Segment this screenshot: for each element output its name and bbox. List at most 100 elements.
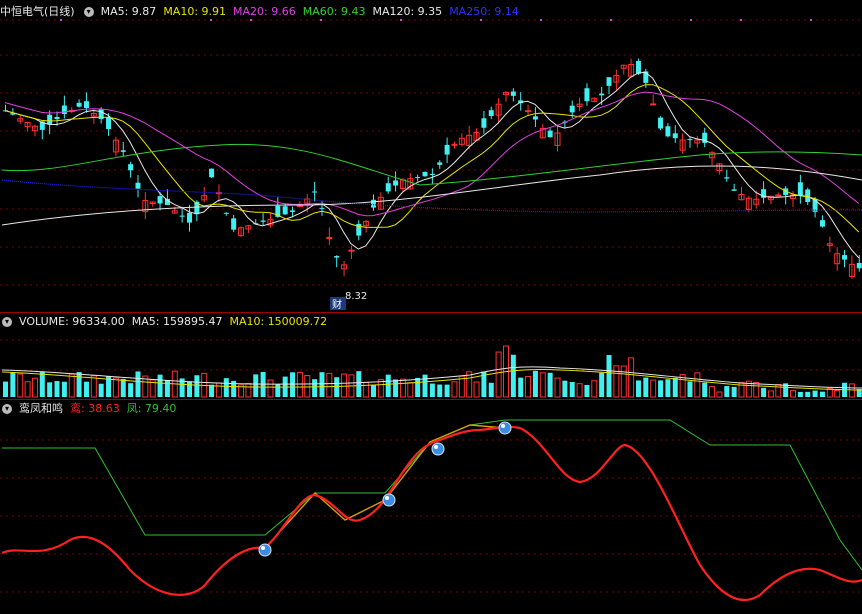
volume-bar xyxy=(128,383,134,397)
candle-body xyxy=(819,220,825,227)
volume-bar xyxy=(319,372,325,397)
candle-body xyxy=(797,182,803,195)
volume-bar xyxy=(24,381,31,398)
signal-marker-highlight xyxy=(385,496,389,500)
candle-body xyxy=(393,180,399,186)
candle-body xyxy=(437,162,443,165)
volume-bar xyxy=(539,372,546,398)
volume-bar xyxy=(473,381,480,398)
candle-body xyxy=(282,206,288,215)
volume-bar xyxy=(532,370,538,397)
candle-body xyxy=(319,207,325,209)
volume-bar xyxy=(39,371,45,397)
candle-body xyxy=(415,177,421,179)
chart-canvas[interactable]: 8.32 财 xyxy=(0,0,862,614)
volume-bar xyxy=(54,381,60,397)
volume-bar xyxy=(275,384,281,397)
volume-bar xyxy=(304,375,311,398)
signal-dot xyxy=(60,19,62,21)
signal-dot xyxy=(690,19,692,21)
volume-bar xyxy=(120,378,126,397)
signal-marker xyxy=(258,543,272,557)
candle-body xyxy=(135,182,141,189)
signal-dot xyxy=(480,19,482,21)
volume-bar xyxy=(672,377,678,397)
candle-body xyxy=(47,114,53,125)
event-tag[interactable]: 财 xyxy=(332,298,342,311)
volume-bar xyxy=(635,380,641,397)
candle-body xyxy=(422,171,428,177)
volume-bar xyxy=(790,389,797,398)
candle-body xyxy=(106,117,112,130)
volume-bar xyxy=(341,373,348,398)
volume-bar xyxy=(312,379,318,397)
candle-body xyxy=(223,212,229,214)
volume-bars xyxy=(1,345,862,398)
candle-body xyxy=(665,126,671,137)
volume-bar xyxy=(429,383,435,397)
grid-lines xyxy=(0,19,862,593)
volume-bar xyxy=(290,372,296,397)
candle-body xyxy=(687,139,693,141)
volume-bar xyxy=(157,374,163,397)
volume-bar xyxy=(716,391,723,398)
signal-marker xyxy=(431,442,445,456)
volume-bar xyxy=(61,381,67,397)
volume-bar xyxy=(17,373,24,398)
volume-bar xyxy=(620,365,627,398)
volume-bar xyxy=(253,374,259,397)
candle-body xyxy=(731,189,737,191)
volume-bar xyxy=(665,379,671,397)
candle-body xyxy=(209,168,215,178)
volume-bar xyxy=(90,375,97,398)
volume-bar xyxy=(848,383,855,398)
volume-bar xyxy=(334,377,340,397)
volume-bar xyxy=(518,377,524,397)
candle-body xyxy=(371,199,376,208)
volume-bar xyxy=(3,381,8,397)
candle-body xyxy=(481,118,487,128)
volume-bar xyxy=(215,382,222,398)
volume-bar xyxy=(495,351,502,398)
volume-bar xyxy=(731,386,737,397)
candle-body xyxy=(635,61,641,74)
low-price-marker: 8.32 xyxy=(345,291,367,302)
volume-bar xyxy=(584,384,590,397)
volume-bar xyxy=(371,384,376,397)
signal-dot xyxy=(250,19,252,21)
signal-dot xyxy=(210,19,212,21)
volume-bar xyxy=(761,387,767,397)
volume-bar xyxy=(356,371,362,397)
signal-dot xyxy=(320,19,322,21)
overlap-line xyxy=(264,424,506,549)
volume-bar xyxy=(562,380,568,397)
candle-body xyxy=(334,256,340,258)
volume-bar xyxy=(393,379,399,397)
volume-bar xyxy=(407,382,414,398)
volume-bar xyxy=(223,378,229,397)
signal-dot xyxy=(540,19,542,21)
candle-body xyxy=(83,101,89,108)
candle-body xyxy=(179,215,185,217)
candle-body xyxy=(385,183,391,192)
candle-body xyxy=(312,191,318,193)
candle-body xyxy=(157,196,163,204)
candle-body xyxy=(532,116,538,120)
volume-bar xyxy=(576,383,583,398)
volume-bar xyxy=(834,389,841,398)
volume-bar xyxy=(591,380,598,398)
volume-bar xyxy=(399,378,406,398)
candle-body xyxy=(290,210,296,212)
signal-dot xyxy=(740,19,742,21)
candle-body xyxy=(672,133,678,139)
volume-bar xyxy=(187,381,192,397)
candle-body xyxy=(584,88,590,102)
volume-bar xyxy=(554,377,561,398)
signal-marker-highlight xyxy=(434,445,438,449)
candle-body xyxy=(775,194,782,197)
volume-bar xyxy=(451,381,458,398)
volume-bar xyxy=(547,372,553,397)
volume-bar xyxy=(296,371,303,398)
volume-bar xyxy=(753,382,760,398)
signal-dots xyxy=(60,19,812,21)
